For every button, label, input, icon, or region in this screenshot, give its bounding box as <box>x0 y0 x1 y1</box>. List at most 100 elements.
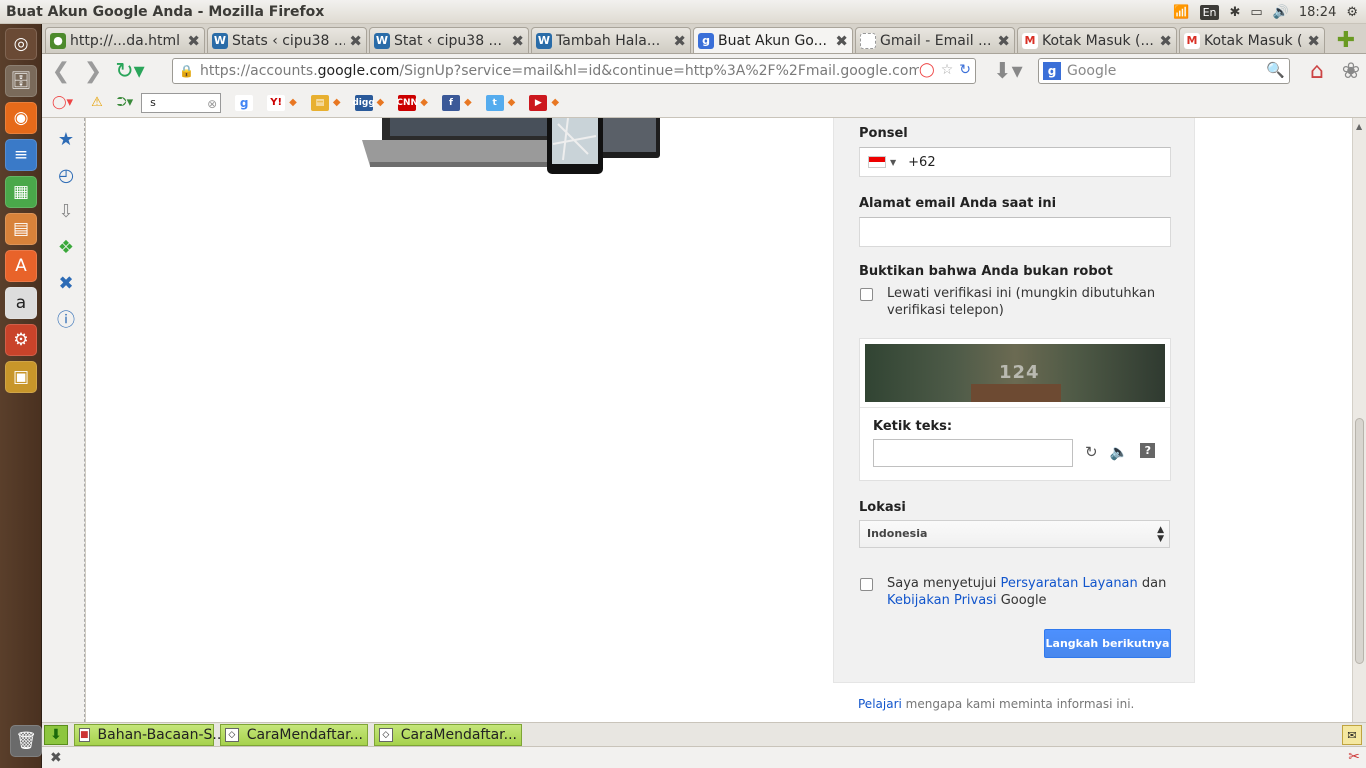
audio-speaker-icon[interactable]: 🔈 <box>1110 443 1129 461</box>
ubuntu-dash-icon[interactable]: ◎ <box>5 28 37 60</box>
skip-verification-checkbox[interactable] <box>860 288 873 301</box>
youtube-bookmark-icon[interactable]: ▶ <box>529 94 548 111</box>
home-icon[interactable]: ⌂ <box>1304 58 1330 84</box>
files-icon[interactable]: 🗄 <box>5 65 37 97</box>
history-clock-icon[interactable]: ◴ <box>53 162 79 188</box>
phone-field[interactable]: ▼ +62 <box>859 147 1171 177</box>
tab-0[interactable]: ● http://...da.html ✖ <box>45 27 205 53</box>
search-bar[interactable]: g Google 🔍 <box>1038 58 1290 84</box>
addons-puzzle-icon[interactable]: ❖ <box>53 234 79 260</box>
captcha-input[interactable] <box>873 439 1073 467</box>
tab-7[interactable]: MKotak Masuk (...✖ <box>1179 27 1325 53</box>
books-bookmark-icon[interactable]: ▤ <box>310 94 329 111</box>
download-item-1[interactable]: ◇ CaraMendaftar... <box>220 723 368 746</box>
back-arrow-icon[interactable]: ❮ <box>48 58 74 84</box>
tab-3[interactable]: W Tambah Hala... ✖ <box>531 27 691 53</box>
close-addon-bar-icon[interactable]: ✖ <box>50 750 62 766</box>
gmail-icon: M <box>1184 32 1200 49</box>
digg-bookmark-icon[interactable]: digg <box>352 94 375 111</box>
bookmark-star-icon[interactable]: ★ <box>53 126 79 152</box>
clock[interactable]: 18:24 <box>1299 5 1336 20</box>
keyboard-layout-indicator[interactable]: En <box>1199 4 1220 20</box>
sidebar-divider[interactable] <box>81 118 85 722</box>
calc-icon[interactable]: ▦ <box>5 176 37 208</box>
addon-circle-icon[interactable]: ◯ <box>919 62 935 78</box>
amazon-icon[interactable]: a <box>5 287 37 319</box>
close-icon[interactable]: ✖ <box>673 32 686 50</box>
downloads-status-icon[interactable]: ✉ <box>1342 725 1362 745</box>
agree-terms-checkbox[interactable] <box>860 578 873 591</box>
terms-of-service-link[interactable]: Persyaratan Layanan <box>1001 576 1138 591</box>
volume-icon[interactable]: 🔊 <box>1273 5 1289 20</box>
indonesia-flag-icon[interactable] <box>868 156 886 168</box>
close-icon[interactable]: ✖ <box>997 32 1010 50</box>
sync-addon-icon[interactable]: ↻▾ <box>112 58 148 84</box>
writer-icon[interactable]: ≡ <box>5 139 37 171</box>
tab-5[interactable]: Gmail - Email ... ✖ <box>855 27 1015 53</box>
close-icon[interactable]: ✖ <box>187 32 200 50</box>
downloads-arrow-icon[interactable]: ⬇ <box>44 724 68 745</box>
cnn-bookmark-icon[interactable]: CNN <box>396 94 418 111</box>
url-bar[interactable]: 🔒 https://accounts. google.com/SignUp?ser… <box>172 58 976 84</box>
bluetooth-icon[interactable]: ✱ <box>1229 5 1240 20</box>
close-icon[interactable]: ✖ <box>1307 32 1320 50</box>
reload-icon[interactable]: ↻ <box>959 62 971 78</box>
new-tab-plus-icon[interactable]: ✚ <box>1333 27 1359 53</box>
facebook-bookmark-icon[interactable]: f <box>441 94 460 111</box>
agree-suffix: Google <box>996 593 1047 608</box>
privacy-policy-link[interactable]: Kebijakan Privasi <box>887 593 997 608</box>
forward-arrow-icon[interactable]: ❯ <box>80 58 106 84</box>
twitter-bookmark-icon[interactable]: t <box>485 94 504 111</box>
settings-gear-icon[interactable]: ⚙ <box>1346 5 1358 20</box>
share-icon[interactable]: ⮊▾ <box>117 95 133 110</box>
downloads-bar: ⬇ ■ Bahan-Bacaan-S... ◇ CaraMendaftar... ◇… <box>42 722 1366 746</box>
tab-1[interactable]: W Stats ‹ cipu38 ... ✖ <box>207 27 367 53</box>
warning-icon[interactable]: ⚠ <box>91 95 103 110</box>
download-arrow-icon[interactable]: ⇩ <box>53 198 79 224</box>
current-email-field[interactable] <box>859 217 1171 247</box>
firefox-icon[interactable]: ◉ <box>5 102 37 134</box>
google-search-engine-icon[interactable]: g <box>1043 62 1061 80</box>
chevron-down-icon[interactable]: ▼ <box>890 158 896 167</box>
tab-4-active[interactable]: g Buat Akun Go... ✖ <box>693 27 853 53</box>
wifi-icon[interactable]: 📶 <box>1173 5 1189 20</box>
info-bubble-icon[interactable]: ⓘ <box>53 306 79 332</box>
current-email-label: Alamat email Anda saat ini <box>859 196 1057 211</box>
close-icon[interactable]: ✖ <box>1159 32 1172 50</box>
google-bookmark-icon[interactable]: g <box>235 94 254 111</box>
bookmark-star-icon[interactable]: ☆ <box>941 62 954 78</box>
addon-menu-icon[interactable]: ❀ <box>1338 58 1364 84</box>
download-item-0[interactable]: ■ Bahan-Bacaan-S... <box>74 723 226 746</box>
location-select[interactable]: Indonesia ▲ ▼ <box>859 520 1170 548</box>
close-icon[interactable]: ✖ <box>349 32 362 50</box>
download-item-2[interactable]: ◇ CaraMendaftar... <box>374 723 522 746</box>
tab-6[interactable]: M Kotak Masuk (... ✖ <box>1017 27 1177 53</box>
clear-icon[interactable]: ⊗ <box>207 95 217 113</box>
vertical-scrollbar[interactable]: ▲ <box>1352 118 1366 722</box>
search-icon[interactable]: 🔍 <box>1266 61 1285 79</box>
battery-icon[interactable]: ▭ <box>1250 5 1262 20</box>
tab-2[interactable]: W Stat ‹ cipu38 ... ✖ <box>369 27 529 53</box>
scrollbar-thumb[interactable] <box>1355 418 1364 664</box>
stop-circle-icon[interactable]: ◯▾ <box>52 95 73 110</box>
workspace-switcher-icon[interactable]: ▣ <box>5 361 37 393</box>
software-center-icon[interactable]: A <box>5 250 37 282</box>
close-icon[interactable]: ✖ <box>511 32 524 50</box>
addon-status-icon[interactable]: ✂ <box>1348 749 1360 765</box>
trash-icon[interactable]: 🗑 <box>10 725 42 757</box>
impress-icon[interactable]: ▤ <box>5 213 37 245</box>
yahoo-bookmark-icon[interactable]: Y! <box>267 94 286 111</box>
system-settings-icon[interactable]: ⚙ <box>5 324 37 356</box>
download-addon-icon[interactable]: ⬇▾ <box>988 58 1028 84</box>
refresh-icon[interactable]: ↻ <box>1085 443 1098 461</box>
toolbar-search-input[interactable]: s ⊗ <box>141 92 222 113</box>
file-diamond-icon: ◇ <box>225 727 239 742</box>
learn-link[interactable]: Pelajari <box>858 697 902 711</box>
devices-illustration <box>362 118 660 174</box>
help-question-icon[interactable]: ? <box>1140 443 1156 458</box>
tools-cross-icon[interactable]: ✖ <box>53 270 79 296</box>
scroll-up-arrow-icon[interactable]: ▲ <box>1356 122 1362 131</box>
next-step-button[interactable]: Langkah berikutnya <box>1044 629 1171 658</box>
close-icon[interactable]: ✖ <box>835 32 848 50</box>
blank-page-icon <box>860 32 876 49</box>
